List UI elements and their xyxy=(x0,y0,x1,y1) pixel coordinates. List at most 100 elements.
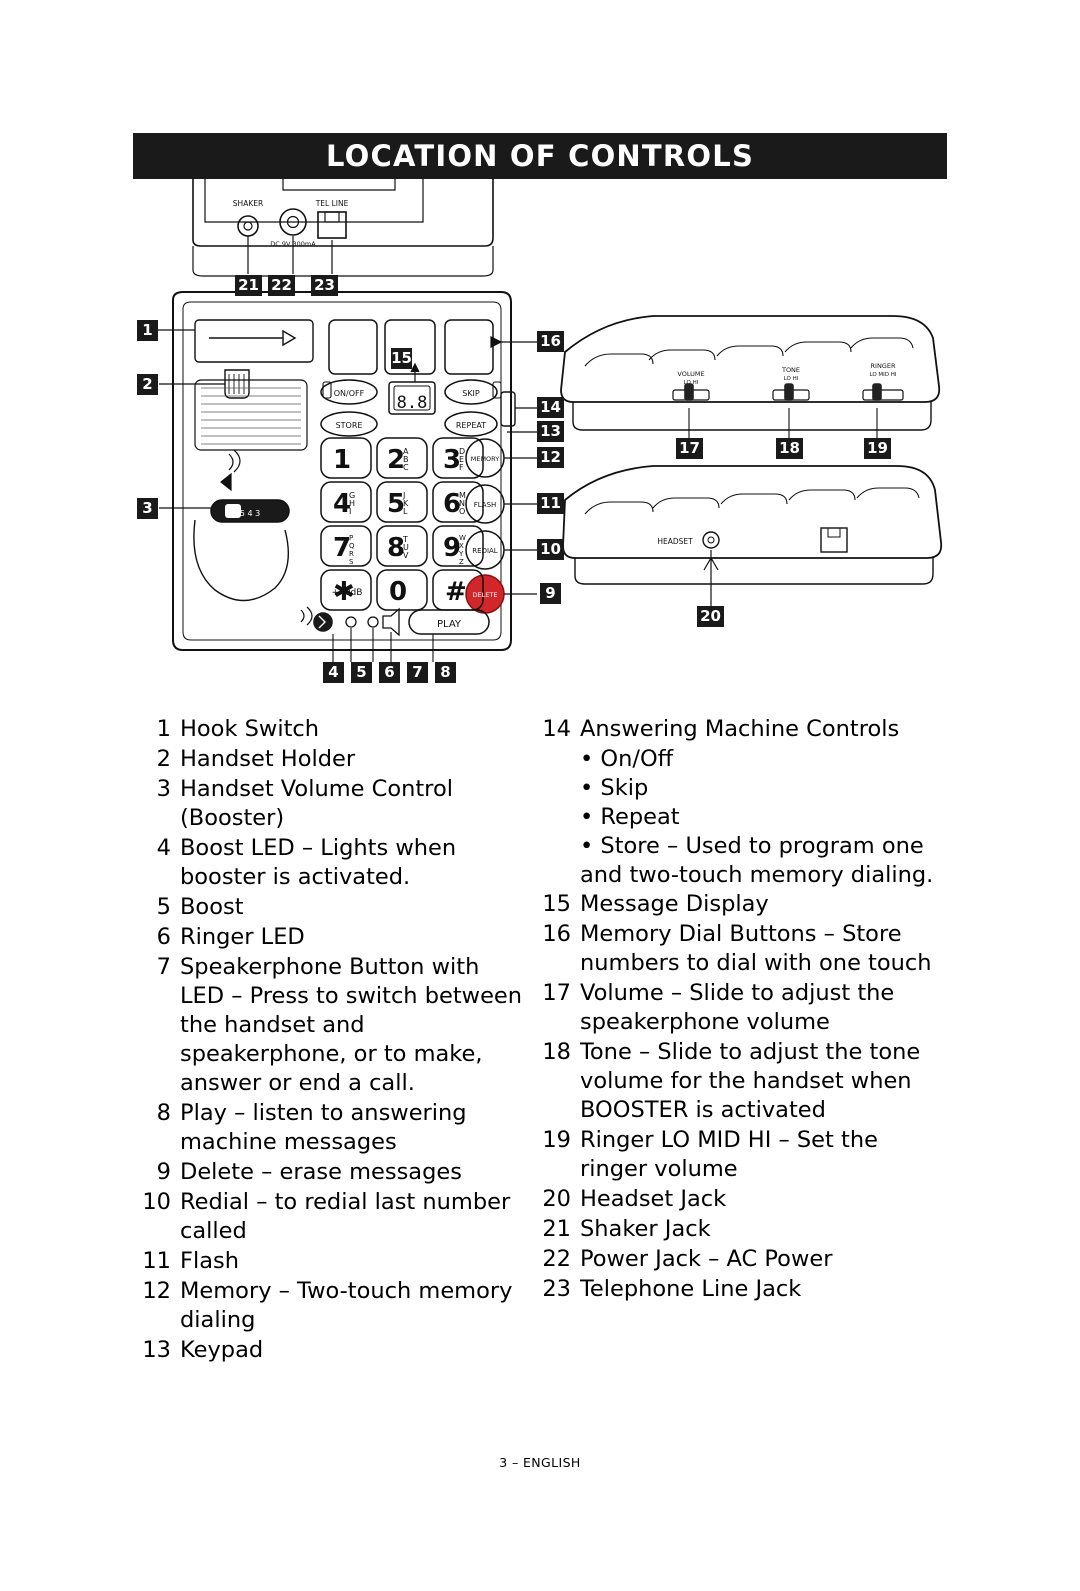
svg-text:SKIP: SKIP xyxy=(462,389,480,398)
item-number: 22 xyxy=(542,1246,571,1272)
item-number: 11 xyxy=(142,1248,171,1274)
callout-8: 8 xyxy=(435,662,456,683)
item-text: Headset Jack xyxy=(580,1186,727,1212)
svg-text:RINGER: RINGER xyxy=(871,362,896,370)
svg-text:DELETE: DELETE xyxy=(473,591,498,599)
item-number: 17 xyxy=(542,980,571,1006)
svg-text:MEMORY: MEMORY xyxy=(471,455,500,463)
svg-text:W: W xyxy=(459,534,466,542)
item-text: Play – listen to answering machine messa… xyxy=(180,1100,467,1155)
callout-6: 6 xyxy=(379,662,400,683)
item-text: Message Display xyxy=(580,891,769,917)
svg-text:SHAKER: SHAKER xyxy=(233,199,263,208)
svg-text:FLASH: FLASH xyxy=(474,501,497,509)
svg-text:HEADSET: HEADSET xyxy=(657,537,693,546)
svg-text:L: L xyxy=(403,507,408,516)
svg-text:LO HI: LO HI xyxy=(784,376,799,382)
callout-18: 18 xyxy=(776,438,803,459)
callout-13: 13 xyxy=(537,421,564,442)
svg-text:REPEAT: REPEAT xyxy=(456,421,486,430)
item-number: 14 xyxy=(542,716,571,742)
svg-text:LO HI: LO HI xyxy=(684,380,699,386)
list-item: 17 Volume – Slide to adjust the speakerph… xyxy=(533,979,947,1037)
item-number: 10 xyxy=(142,1189,171,1215)
svg-text:C: C xyxy=(403,463,409,472)
item-text: Speakerphone Button with LED – Press to … xyxy=(180,954,523,1096)
item-number: 13 xyxy=(142,1337,171,1363)
svg-text:5 4 3: 5 4 3 xyxy=(240,509,260,518)
sub-item: • Skip xyxy=(580,775,649,801)
callout-12: 12 xyxy=(537,447,564,468)
legend-column-right: 14 Answering Machine Controls • On/Off • … xyxy=(533,715,947,1305)
item-number: 12 xyxy=(142,1278,171,1304)
item-text: Telephone Line Jack xyxy=(580,1276,802,1302)
svg-text:1: 1 xyxy=(333,445,351,475)
svg-text:STORE: STORE xyxy=(336,421,363,430)
item-text: Ringer LED xyxy=(180,924,305,950)
callout-7: 7 xyxy=(407,662,428,683)
svg-text:#: # xyxy=(445,577,467,607)
item-number: 5 xyxy=(156,894,171,920)
callout-9: 9 xyxy=(540,583,561,604)
item-number: 2 xyxy=(156,746,171,772)
callout-19: 19 xyxy=(864,438,891,459)
callout-10: 10 xyxy=(537,539,564,560)
list-item: 3 Handset Volume Control (Booster) xyxy=(133,775,528,833)
item-number: 20 xyxy=(542,1186,571,1212)
svg-text:X: X xyxy=(459,542,464,550)
item-number: 18 xyxy=(542,1039,571,1065)
svg-text:S: S xyxy=(349,558,354,566)
item-text: Power Jack – AC Power xyxy=(580,1246,833,1272)
item-number: 23 xyxy=(542,1276,571,1302)
figure-location-of-controls: SHAKER DC 9V 300mA TEL LINE ON/OFF STORE… xyxy=(133,170,947,700)
legend-column-left: 1 Hook Switch 2 Handset Holder 3 Handset Vo… xyxy=(133,715,528,1366)
callout-20: 20 xyxy=(697,606,724,627)
callout-11: 11 xyxy=(537,493,564,514)
sub-item: • Repeat xyxy=(580,804,680,830)
item-text: Handset Volume Control (Booster) xyxy=(180,776,453,831)
svg-text:✱: ✱ xyxy=(333,577,355,607)
list-item: 10 Redial – to redial last number called xyxy=(133,1188,528,1246)
item-number: 21 xyxy=(542,1216,571,1242)
list-item: 20 Headset Jack xyxy=(533,1185,947,1214)
item-text: Redial – to redial last number called xyxy=(180,1189,511,1244)
item-number: 3 xyxy=(156,776,171,802)
item-text: Delete – erase messages xyxy=(180,1159,462,1185)
svg-text:Q: Q xyxy=(349,542,355,550)
list-item: 2 Handset Holder xyxy=(133,745,528,774)
list-item: 6 Ringer LED xyxy=(133,923,528,952)
item-number: 4 xyxy=(156,835,171,861)
callout-17: 17 xyxy=(676,438,703,459)
callout-4: 4 xyxy=(323,662,344,683)
item-text: Tone – Slide to adjust the tone volume f… xyxy=(580,1039,921,1123)
item-number: 1 xyxy=(156,716,171,742)
svg-text:ON/OFF: ON/OFF xyxy=(334,389,365,398)
item-text: Boost xyxy=(180,894,244,920)
list-item: 15 Message Display xyxy=(533,890,947,919)
list-item: 5 Boost xyxy=(133,893,528,922)
svg-text:P: P xyxy=(349,534,353,542)
svg-text:F: F xyxy=(459,463,464,472)
callout-5: 5 xyxy=(351,662,372,683)
item-text: Handset Holder xyxy=(180,746,356,772)
list-item: 4 Boost LED – Lights when booster is acti… xyxy=(133,834,528,892)
svg-text:I: I xyxy=(349,507,351,516)
callout-14: 14 xyxy=(537,397,564,418)
page-footer: 3 – ENGLISH xyxy=(499,1455,581,1470)
item-number: 9 xyxy=(156,1159,171,1185)
list-item: 9 Delete – erase messages xyxy=(133,1158,528,1187)
callout-15: 15 xyxy=(391,348,412,369)
item-number: 7 xyxy=(156,954,171,980)
item-text: Answering Machine Controls xyxy=(580,716,900,742)
sub-item: • Store – Used to program one and two-to… xyxy=(580,833,934,888)
svg-text:DC 9V 300mA: DC 9V 300mA xyxy=(270,240,316,248)
item-number: 6 xyxy=(156,924,171,950)
list-item: 7 Speakerphone Button with LED – Press to… xyxy=(133,953,528,1098)
svg-text:TONE: TONE xyxy=(781,366,800,374)
svg-text:0: 0 xyxy=(389,577,407,607)
item-number: 8 xyxy=(156,1100,171,1126)
svg-text:O: O xyxy=(459,507,465,516)
svg-text:LO MID HI: LO MID HI xyxy=(869,372,896,378)
callout-2: 2 xyxy=(137,374,158,395)
callout-22: 22 xyxy=(268,275,295,296)
